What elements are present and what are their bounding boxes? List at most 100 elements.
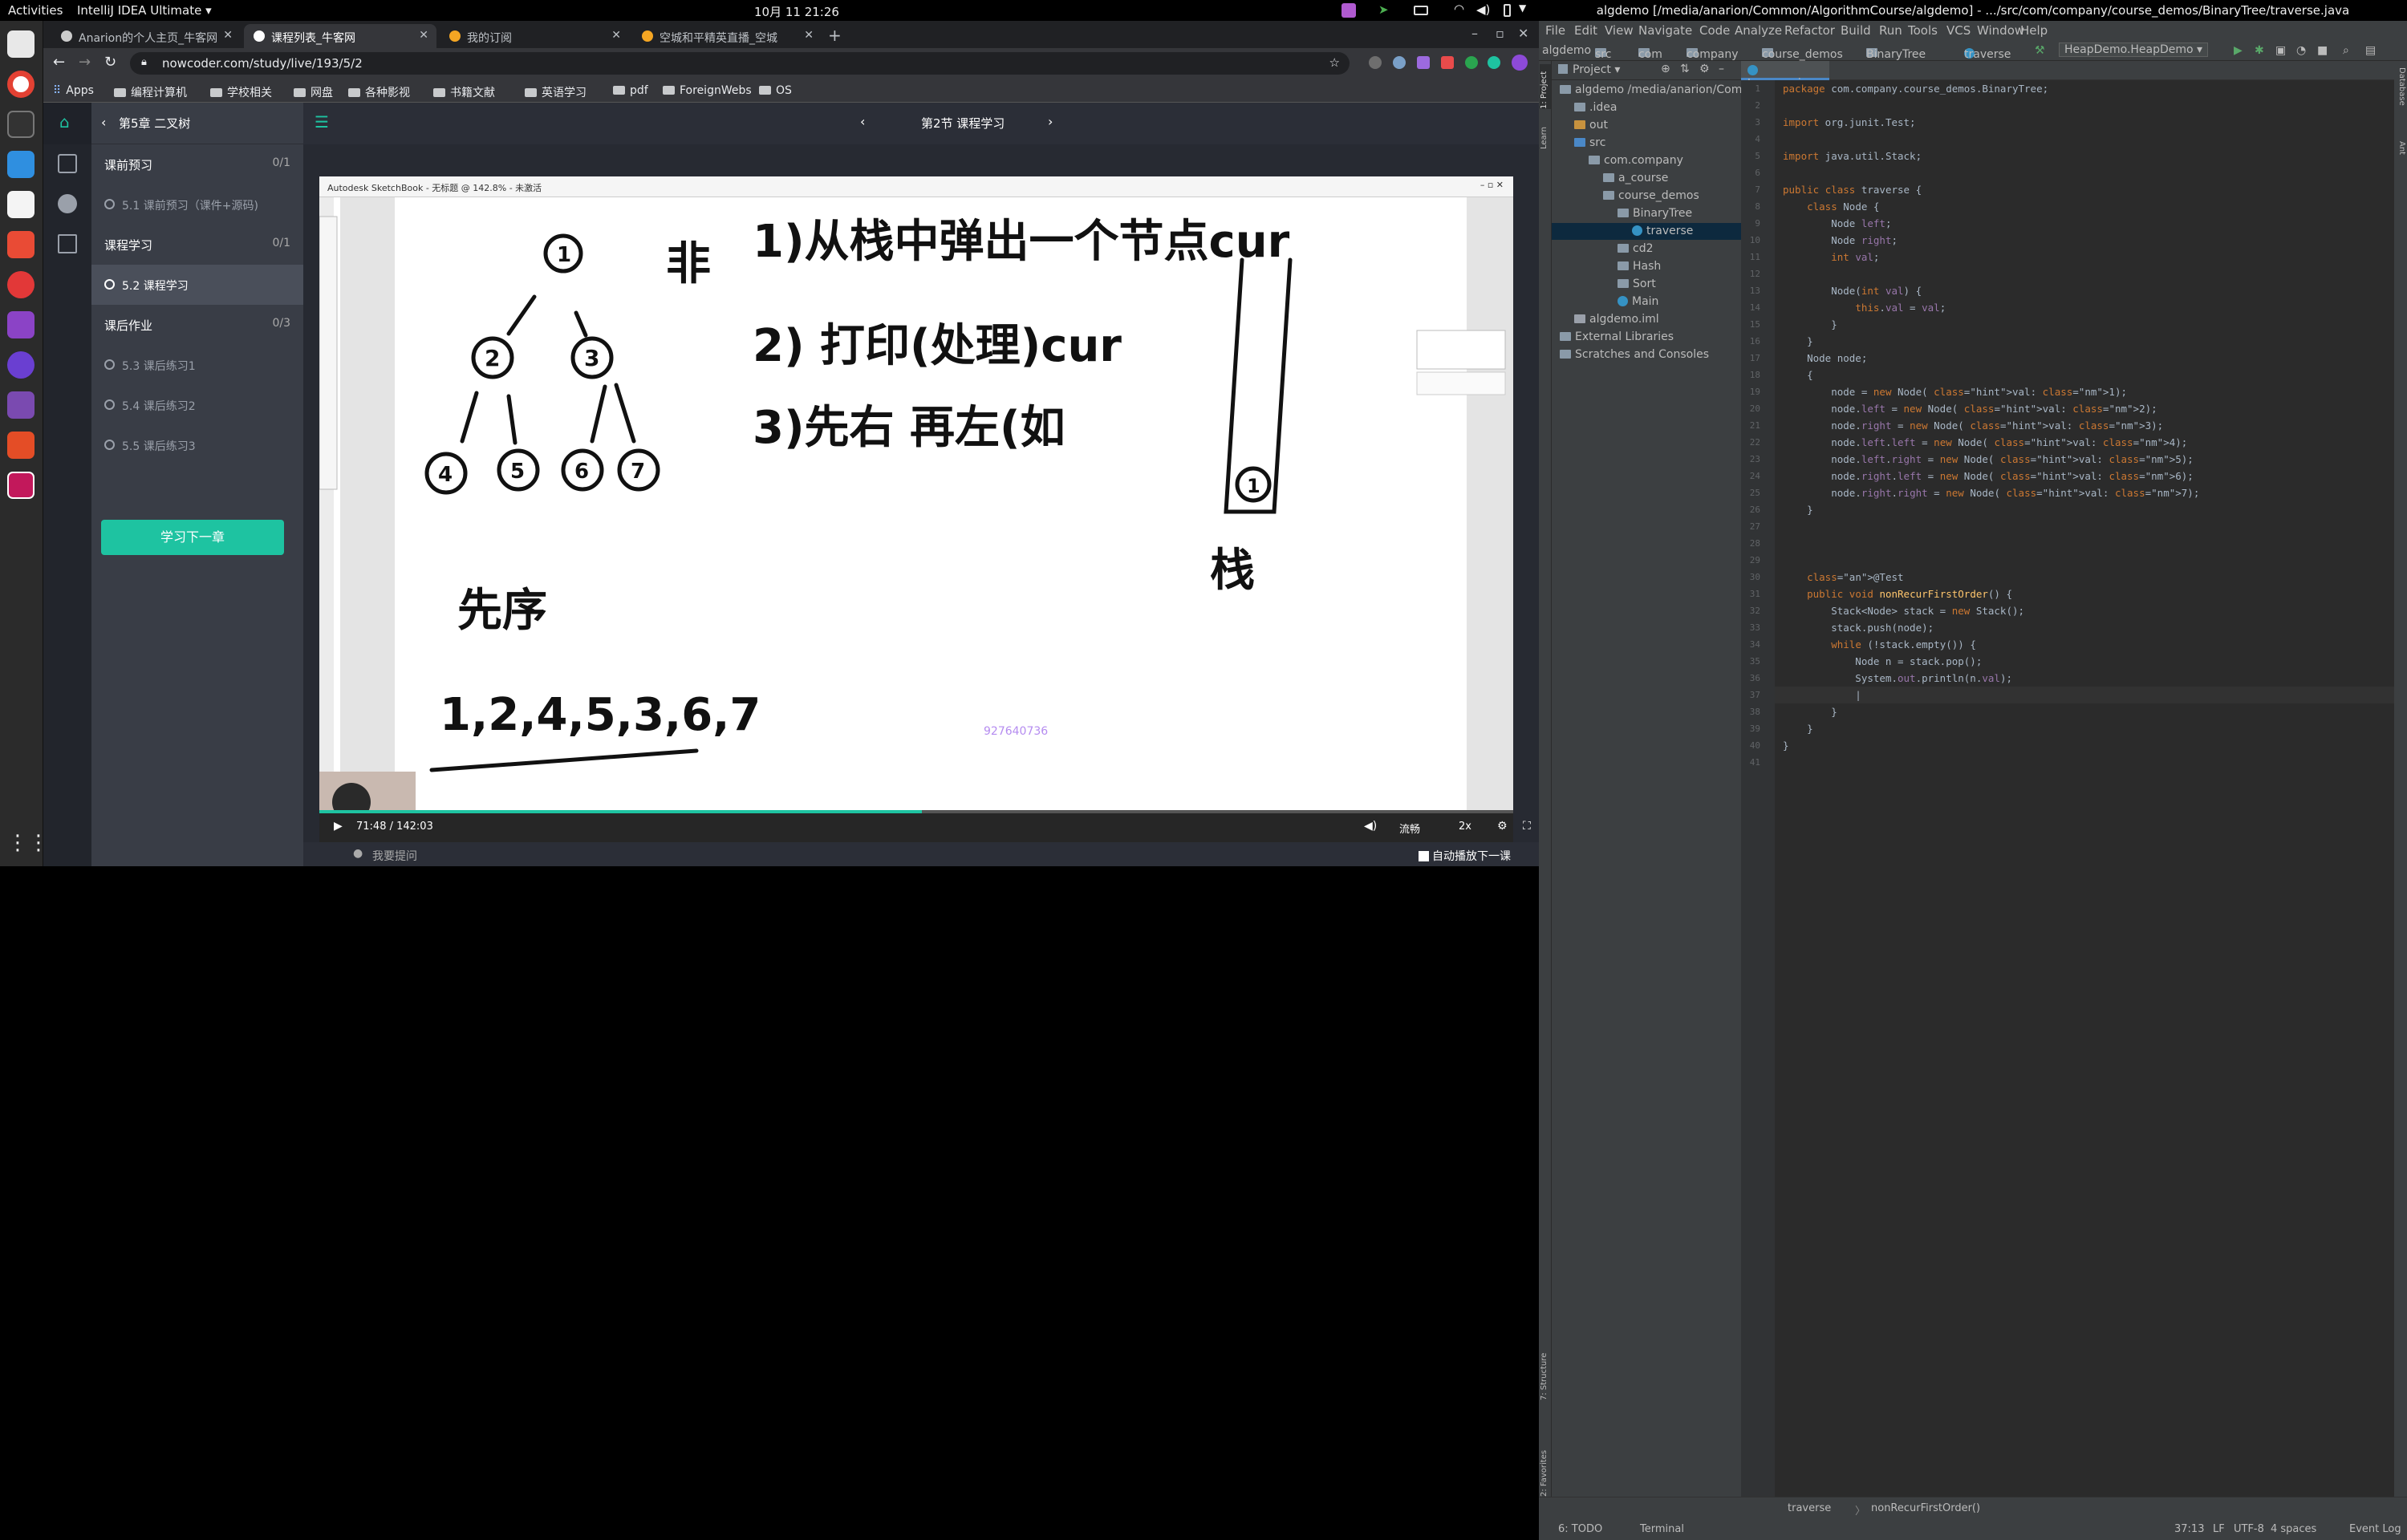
address-bar[interactable]: 🔒︎ nowcoder.com/study/live/193/5/2 ☆ bbox=[130, 52, 1350, 75]
project-structure-icon[interactable]: ▤ bbox=[2365, 44, 2376, 57]
bookmark-folder[interactable]: ForeignWebs bbox=[663, 84, 752, 97]
bookmark-folder[interactable]: 学校相关 bbox=[210, 84, 272, 100]
show-apps-icon[interactable]: ⋮⋮ bbox=[7, 829, 49, 857]
tree-node[interactable]: External Libraries bbox=[1560, 329, 1674, 346]
system-menu-arrow-icon[interactable]: ▼ bbox=[1519, 2, 1526, 14]
document-icon[interactable] bbox=[58, 234, 77, 253]
terminal-icon[interactable] bbox=[7, 111, 35, 138]
encoding[interactable]: UTF-8 bbox=[2234, 1523, 2264, 1535]
wifi-icon[interactable]: ◠ bbox=[1454, 2, 1464, 16]
bookmark-folder[interactable]: OS bbox=[759, 84, 792, 97]
wps-icon[interactable] bbox=[7, 231, 35, 258]
minimize-icon[interactable]: – bbox=[1471, 26, 1478, 41]
tree-node[interactable]: BinaryTree bbox=[1618, 205, 1692, 222]
app-menu[interactable]: IntelliJ IDEA Ultimate ▾ bbox=[77, 3, 212, 18]
maximize-icon[interactable]: ▫ bbox=[1496, 26, 1504, 41]
files-icon[interactable] bbox=[7, 30, 35, 58]
todo-tool-button[interactable]: 6: TODO bbox=[1558, 1523, 1602, 1535]
run-config-selector[interactable]: HeapDemo.HeapDemo ▾ bbox=[2059, 43, 2209, 57]
code-editor[interactable]: package com.company.course_demos.BinaryT… bbox=[1775, 80, 2394, 1519]
tab-subscriptions[interactable]: 我的订阅 ✕ bbox=[440, 24, 629, 48]
project-tool-tab[interactable]: 1: Project bbox=[1540, 64, 1551, 109]
tree-node[interactable]: Hash bbox=[1618, 258, 1661, 275]
editor-tab-traverse[interactable]: traverse.java bbox=[1741, 61, 1829, 90]
fullscreen-icon[interactable]: ⛶ bbox=[1523, 820, 1531, 833]
onenote-icon[interactable] bbox=[7, 391, 35, 419]
tree-node[interactable]: src bbox=[1574, 135, 1605, 152]
tab-live-stream[interactable]: 空城和平精英直播_空城 ✕ bbox=[632, 24, 822, 48]
menu-icon[interactable]: ☰ bbox=[315, 112, 329, 132]
indent-setting[interactable]: 4 spaces bbox=[2271, 1523, 2316, 1535]
bookmark-folder[interactable]: 英语学习 bbox=[525, 84, 587, 100]
menu-window[interactable]: Window bbox=[1977, 23, 2024, 38]
menu-build[interactable]: Build bbox=[1841, 23, 1871, 38]
telegram-icon[interactable]: ➤ bbox=[1378, 2, 1389, 17]
caret-position[interactable]: 37:13 bbox=[2174, 1523, 2204, 1535]
footer-crumb-method[interactable]: nonRecurFirstOrder() bbox=[1871, 1502, 1980, 1514]
footer-crumb-class[interactable]: traverse bbox=[1788, 1502, 1831, 1514]
tree-node[interactable]: com.company bbox=[1589, 152, 1683, 169]
build-hammer-icon[interactable]: ⚒ bbox=[2035, 44, 2045, 57]
project-view-selector[interactable]: Project ▾ bbox=[1573, 63, 1620, 76]
comment-icon[interactable] bbox=[58, 194, 77, 213]
apps-bookmark[interactable]: ⠿ Apps bbox=[53, 84, 94, 97]
lesson-item[interactable]: 5.3 课后练习1 bbox=[91, 345, 303, 385]
stop-icon[interactable]: ■ bbox=[2317, 44, 2328, 57]
speed-selector[interactable]: 2x bbox=[1459, 821, 1471, 833]
debug-icon[interactable]: ✱ bbox=[2255, 44, 2264, 57]
menu-vcs[interactable]: VCS bbox=[1946, 23, 1971, 38]
menu-refactor[interactable]: Refactor bbox=[1784, 23, 1835, 38]
lesson-item[interactable]: 5.5 课后练习3 bbox=[91, 425, 303, 465]
menu-analyze[interactable]: Analyze bbox=[1735, 23, 1782, 38]
lesson-item-active[interactable]: 5.2 课程学习 bbox=[91, 265, 303, 305]
extension-icon[interactable] bbox=[1369, 56, 1382, 69]
lesson-item[interactable]: 5.4 课后练习2 bbox=[91, 385, 303, 425]
quality-selector[interactable]: 流畅 bbox=[1399, 821, 1420, 836]
tree-node[interactable]: algdemo.iml bbox=[1574, 311, 1659, 328]
chrome-icon[interactable] bbox=[7, 71, 35, 98]
collapse-icon[interactable]: ⇅ bbox=[1680, 63, 1690, 75]
qq-icon[interactable] bbox=[7, 151, 35, 178]
tree-node[interactable]: out bbox=[1574, 117, 1608, 134]
section-study[interactable]: 课程学习 0/1 bbox=[91, 225, 303, 265]
tree-node[interactable]: cd2 bbox=[1618, 241, 1654, 257]
tree-node[interactable]: a_course bbox=[1603, 170, 1668, 187]
database-tool-tab[interactable]: Database bbox=[2395, 67, 2406, 124]
autoplay-toggle[interactable]: 自动播放下一课 bbox=[1419, 848, 1511, 864]
menu-navigate[interactable]: Navigate bbox=[1638, 23, 1692, 38]
menu-edit[interactable]: Edit bbox=[1574, 23, 1597, 38]
new-tab-icon[interactable]: + bbox=[828, 26, 842, 45]
tab-course-list[interactable]: 课程列表_牛客网 ✕ bbox=[244, 24, 436, 48]
tree-node[interactable]: Scratches and Consoles bbox=[1560, 346, 1709, 363]
tree-node[interactable]: Main bbox=[1618, 294, 1658, 310]
menu-view[interactable]: View bbox=[1605, 23, 1634, 38]
menu-help[interactable]: Help bbox=[2020, 23, 2048, 38]
media-player-icon[interactable] bbox=[7, 351, 35, 379]
settings-icon[interactable]: ⚙ bbox=[1699, 63, 1710, 75]
tree-node[interactable]: traverse bbox=[1552, 223, 1741, 240]
close-tab-icon[interactable]: ✕ bbox=[611, 29, 621, 42]
extension-icon[interactable] bbox=[1488, 56, 1500, 69]
tray-app-icon[interactable] bbox=[1342, 3, 1356, 18]
forward-icon[interactable]: → bbox=[79, 54, 91, 71]
activities-button[interactable]: Activities bbox=[8, 3, 63, 18]
video-frame[interactable]: 1 2 3 4 5 6 7 1 非 1)从栈中弹出一个节点cur 2) 打印(处… bbox=[319, 176, 1513, 866]
extension-icon[interactable] bbox=[1441, 56, 1454, 69]
coverage-icon[interactable]: ▣ bbox=[2275, 44, 2286, 57]
typora-icon[interactable] bbox=[7, 191, 35, 218]
close-tab-icon[interactable]: ✕ bbox=[804, 29, 814, 42]
extension-icon[interactable] bbox=[1417, 56, 1430, 69]
reload-icon[interactable]: ↻ bbox=[104, 54, 116, 71]
bookmark-folder[interactable]: 网盘 bbox=[294, 84, 333, 100]
menu-code[interactable]: Code bbox=[1699, 23, 1730, 38]
bookmark-star-icon[interactable]: ☆ bbox=[1329, 55, 1340, 70]
crumb-project[interactable]: algdemo bbox=[1542, 44, 1591, 57]
close-tab-icon[interactable]: ✕ bbox=[419, 29, 428, 42]
next-chapter-button[interactable]: 学习下一章 bbox=[101, 520, 284, 555]
netease-music-icon[interactable] bbox=[7, 271, 35, 298]
menu-file[interactable]: File bbox=[1545, 23, 1565, 38]
extension-icon[interactable] bbox=[1465, 56, 1478, 69]
run-icon[interactable]: ▶ bbox=[2234, 44, 2243, 57]
tree-node[interactable]: Sort bbox=[1618, 276, 1656, 293]
bookmark-folder[interactable]: 编程计算机 bbox=[114, 84, 187, 100]
